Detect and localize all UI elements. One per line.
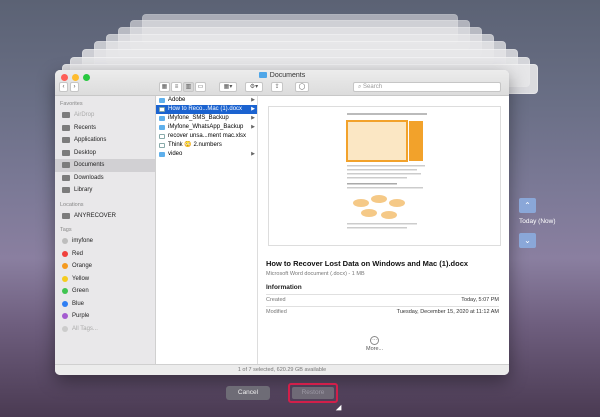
chevron-right-icon: ▶ [251, 115, 255, 121]
window-title: Documents [55, 72, 509, 79]
folder-icon [159, 125, 165, 130]
tag-dot-icon [62, 275, 68, 282]
sidebar-tag-purple[interactable]: Purple [55, 310, 155, 323]
document-thumbnail [268, 106, 501, 246]
folder-icon [159, 116, 165, 121]
sidebar-tag-imyfone[interactable]: imyfone [55, 235, 155, 248]
drive-icon [62, 212, 70, 219]
ellipsis-icon: ··· [370, 336, 380, 345]
timeline-label: Today (Now) [519, 218, 556, 225]
sidebar-item-anyrecover[interactable]: ANYRECOVER [55, 210, 155, 223]
tag-dot-icon [62, 313, 68, 320]
sidebar-item-applications[interactable]: Applications [55, 134, 155, 147]
clock-icon [62, 124, 70, 131]
sidebar-item-recents[interactable]: Recents [55, 122, 155, 135]
sidebar-tag-all[interactable]: All Tags... [55, 323, 155, 336]
list-item[interactable]: iMyfone_SMS_Backup ▶ [156, 114, 257, 123]
tag-dot-icon [62, 300, 68, 307]
sidebar: Favorites AirDrop Recents Applications D… [55, 96, 156, 364]
preview-subtitle: Microsoft Word document (.docx) - 1 MB [266, 271, 365, 277]
sidebar-tag-yellow[interactable]: Yellow [55, 273, 155, 286]
timeline-down-button[interactable]: ⌄ [519, 233, 536, 248]
list-item[interactable]: Adobe ▶ [156, 96, 257, 105]
divider [266, 306, 499, 307]
folder-icon [62, 187, 70, 194]
gallery-view-button[interactable]: ▭ [195, 82, 206, 92]
tag-dot-icon [62, 250, 68, 257]
sidebar-tag-orange[interactable]: Orange [55, 260, 155, 273]
favorites-header: Favorites [60, 101, 83, 107]
list-item[interactable]: Think 😳 2.numbers [156, 141, 257, 150]
desktop-icon [62, 149, 70, 156]
sidebar-tag-blue[interactable]: Blue [55, 298, 155, 311]
airdrop-icon [62, 112, 70, 119]
list-item[interactable]: video ▶ [156, 150, 257, 159]
chevron-right-icon: ▶ [251, 124, 255, 130]
finder-window: Documents ‹ › ▦ ≡ ▥ ▭ ▦▾ ⚙▾ ⇪ ◯ ⌕ Search… [55, 70, 509, 375]
chevron-right-icon: ▶ [251, 97, 255, 103]
preview-pane: How to Recover Lost Data on Windows and … [258, 96, 509, 364]
document-icon [159, 107, 165, 112]
restore-label: Restore [292, 387, 334, 399]
folder-icon [258, 72, 267, 78]
restore-button[interactable]: Restore [288, 383, 338, 403]
list-view-button[interactable]: ≡ [171, 82, 182, 92]
divider [266, 294, 499, 295]
chevron-right-icon: ▶ [251, 106, 255, 112]
sidebar-item-documents[interactable]: Documents [55, 159, 155, 172]
applications-icon [62, 137, 70, 144]
status-bar: 1 of 7 selected, 620.29 GB available [55, 364, 509, 375]
list-item[interactable]: How to Reco...Mac (1).docx ▶ [156, 105, 257, 114]
sidebar-item-desktop[interactable]: Desktop [55, 147, 155, 160]
document-thumbnail-image [346, 113, 427, 229]
file-column: Adobe ▶ How to Reco...Mac (1).docx ▶ iMyfo… [156, 96, 258, 364]
sidebar-tag-green[interactable]: Green [55, 285, 155, 298]
sidebar-item-library[interactable]: Library [55, 184, 155, 197]
info-header: Information [266, 284, 302, 291]
sidebar-tag-red[interactable]: Red [55, 248, 155, 261]
icon-view-button[interactable]: ▦ [159, 82, 170, 92]
tags-header: Tags [60, 227, 72, 233]
column-view-button[interactable]: ▥ [183, 82, 194, 92]
sidebar-item-airdrop[interactable]: AirDrop [55, 109, 155, 122]
preview-title: How to Recover Lost Data on Windows and … [266, 259, 469, 268]
created-row: Created Today, 5:07 PM [266, 297, 499, 303]
group-button[interactable]: ▦▾ [219, 82, 237, 92]
sidebar-item-downloads[interactable]: Downloads [55, 172, 155, 185]
modified-row: Modified Tuesday, December 15, 2020 at 11… [266, 309, 499, 315]
forward-button[interactable]: › [70, 82, 79, 92]
tag-dot-icon [62, 325, 68, 332]
action-button[interactable]: ⚙▾ [245, 82, 263, 92]
tag-button[interactable]: ◯ [295, 82, 309, 92]
list-item[interactable]: iMyfone_WhatsApp_Backup ▶ [156, 123, 257, 132]
cancel-button[interactable]: Cancel [226, 386, 270, 400]
timeline-up-button[interactable]: ⌃ [519, 198, 536, 213]
mouse-cursor-icon [335, 404, 345, 414]
document-icon [159, 134, 165, 139]
search-input[interactable]: ⌕ Search [353, 82, 501, 92]
document-icon [62, 162, 70, 169]
chevron-right-icon: ▶ [251, 151, 255, 157]
more-button[interactable]: ··· More... [366, 336, 383, 352]
list-item[interactable]: recover unsa...ment mac.xlsx [156, 132, 257, 141]
titlebar: Documents ‹ › ▦ ≡ ▥ ▭ ▦▾ ⚙▾ ⇪ ◯ ⌕ Search [55, 70, 509, 96]
folder-icon [159, 152, 165, 157]
tag-dot-icon [62, 238, 68, 245]
folder-icon [159, 98, 165, 103]
tag-dot-icon [62, 263, 68, 270]
document-icon [159, 143, 165, 148]
back-button[interactable]: ‹ [59, 82, 68, 92]
toolbar: ‹ › ▦ ≡ ▥ ▭ ▦▾ ⚙▾ ⇪ ◯ ⌕ Search [55, 82, 509, 95]
tag-dot-icon [62, 288, 68, 295]
share-button[interactable]: ⇪ [271, 82, 283, 92]
download-icon [62, 174, 70, 181]
locations-header: Locations [60, 201, 84, 208]
